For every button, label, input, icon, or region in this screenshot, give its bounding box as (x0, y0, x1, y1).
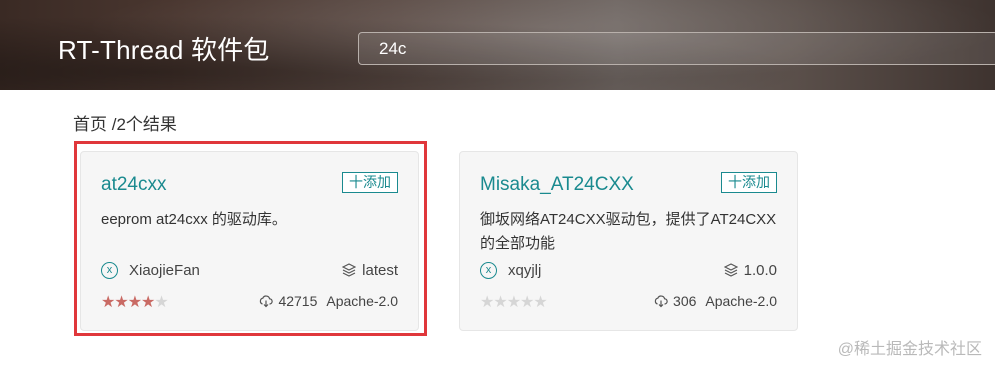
breadcrumb: 首页 /2个结果 (73, 115, 177, 134)
download-count: 42715 (278, 293, 318, 309)
site-logo[interactable]: RT-Thread 软件包 (58, 30, 270, 67)
package-card-at24cxx[interactable]: at24cxx 十添加 eeprom at24cxx 的驱动库。 x Xiaoj… (80, 151, 419, 331)
rating-stars: ★★★★★ (480, 292, 548, 312)
watermark: @稀土掘金技术社区 (837, 341, 982, 358)
package-description: eeprom at24cxx 的驱动库。 (101, 211, 287, 228)
package-description: 御坂网络AT24CXX驱动包，提供了AT24CXX的全部功能 (480, 211, 777, 252)
version-label: latest (362, 261, 398, 279)
star-empty-icon: ★ (506, 294, 521, 311)
package-author: x XiaojieFan (101, 260, 200, 280)
package-card-misaka-at24cxx[interactable]: Misaka_AT24CXX 十添加 御坂网络AT24CXX驱动包，提供了AT2… (459, 151, 798, 331)
layers-icon (342, 263, 357, 277)
package-version: 1.0.0 (723, 260, 777, 280)
search-input[interactable] (358, 32, 995, 65)
star-empty-icon: ★ (520, 294, 534, 311)
star-filled-icon: ★ (141, 294, 155, 311)
license-label: Apache-2.0 (326, 293, 398, 309)
download-icon (654, 295, 668, 308)
author-name: xqyjlj (508, 261, 542, 279)
layers-icon (723, 263, 738, 277)
rating-stars: ★★★★★ (101, 292, 169, 312)
package-meta: 306 Apache-2.0 (654, 293, 777, 309)
author-icon: x (101, 261, 118, 279)
license-label: Apache-2.0 (705, 293, 777, 309)
add-button[interactable]: 十添加 (721, 172, 777, 193)
package-title[interactable]: at24cxx (101, 174, 166, 196)
star-filled-icon: ★ (114, 294, 128, 311)
package-meta: 42715 Apache-2.0 (259, 293, 398, 309)
author-name: XiaojieFan (129, 261, 200, 279)
star-empty-icon: ★ (480, 294, 494, 311)
version-label: 1.0.0 (743, 261, 777, 279)
star-empty-icon: ★ (533, 294, 547, 311)
top-header: RT-Thread 软件包 (0, 0, 995, 90)
download-count: 306 (673, 293, 697, 309)
package-version: latest (342, 260, 398, 280)
download-icon (260, 295, 274, 308)
package-author: x xqyjlj (480, 260, 541, 280)
star-filled-icon: ★ (101, 294, 115, 311)
star-empty-icon: ★ (493, 294, 507, 311)
package-title[interactable]: Misaka_AT24CXX (480, 174, 634, 196)
add-button[interactable]: 十添加 (342, 172, 398, 193)
star-filled-icon: ★ (127, 294, 142, 311)
star-empty-icon: ★ (154, 294, 168, 311)
author-icon: x (480, 261, 497, 279)
